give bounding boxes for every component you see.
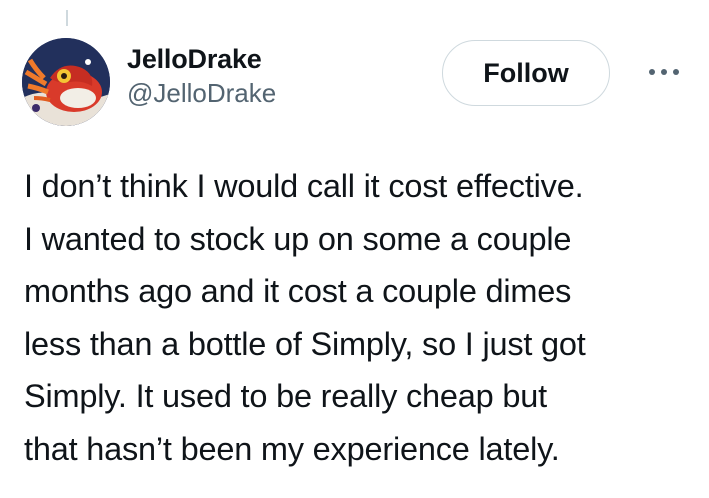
tweet-text-line: that hasn’t been my experience lately.: [24, 430, 560, 467]
more-horizontal-icon: [661, 69, 667, 75]
tweet-text-line: I don’t think I would call it cost effec…: [24, 168, 584, 204]
follow-button[interactable]: Follow: [442, 40, 610, 106]
user-handle[interactable]: @JelloDrake: [127, 76, 276, 110]
tweet-text-line: Simply. It used to be really cheap but: [24, 378, 547, 415]
tweet-card: JelloDrake @JelloDrake Follow I don’t th…: [0, 0, 709, 498]
tweet-text-line: I wanted to stock up on some a couple: [24, 220, 572, 257]
avatar-image: [22, 38, 110, 126]
more-horizontal-icon: [673, 69, 679, 75]
tweet-text-line: less than a bottle of Simply, so I just …: [24, 325, 586, 362]
tweet-text: I don’t think I would call it cost effec…: [24, 160, 694, 476]
avatar[interactable]: [22, 38, 110, 126]
user-info: JelloDrake @JelloDrake: [127, 42, 276, 110]
tweet-text-line: months ago and it cost a couple dimes: [24, 273, 572, 310]
more-horizontal-icon: [649, 69, 655, 75]
more-options-button[interactable]: [641, 56, 687, 88]
thread-connector-line: [66, 10, 68, 26]
display-name[interactable]: JelloDrake: [127, 42, 276, 76]
